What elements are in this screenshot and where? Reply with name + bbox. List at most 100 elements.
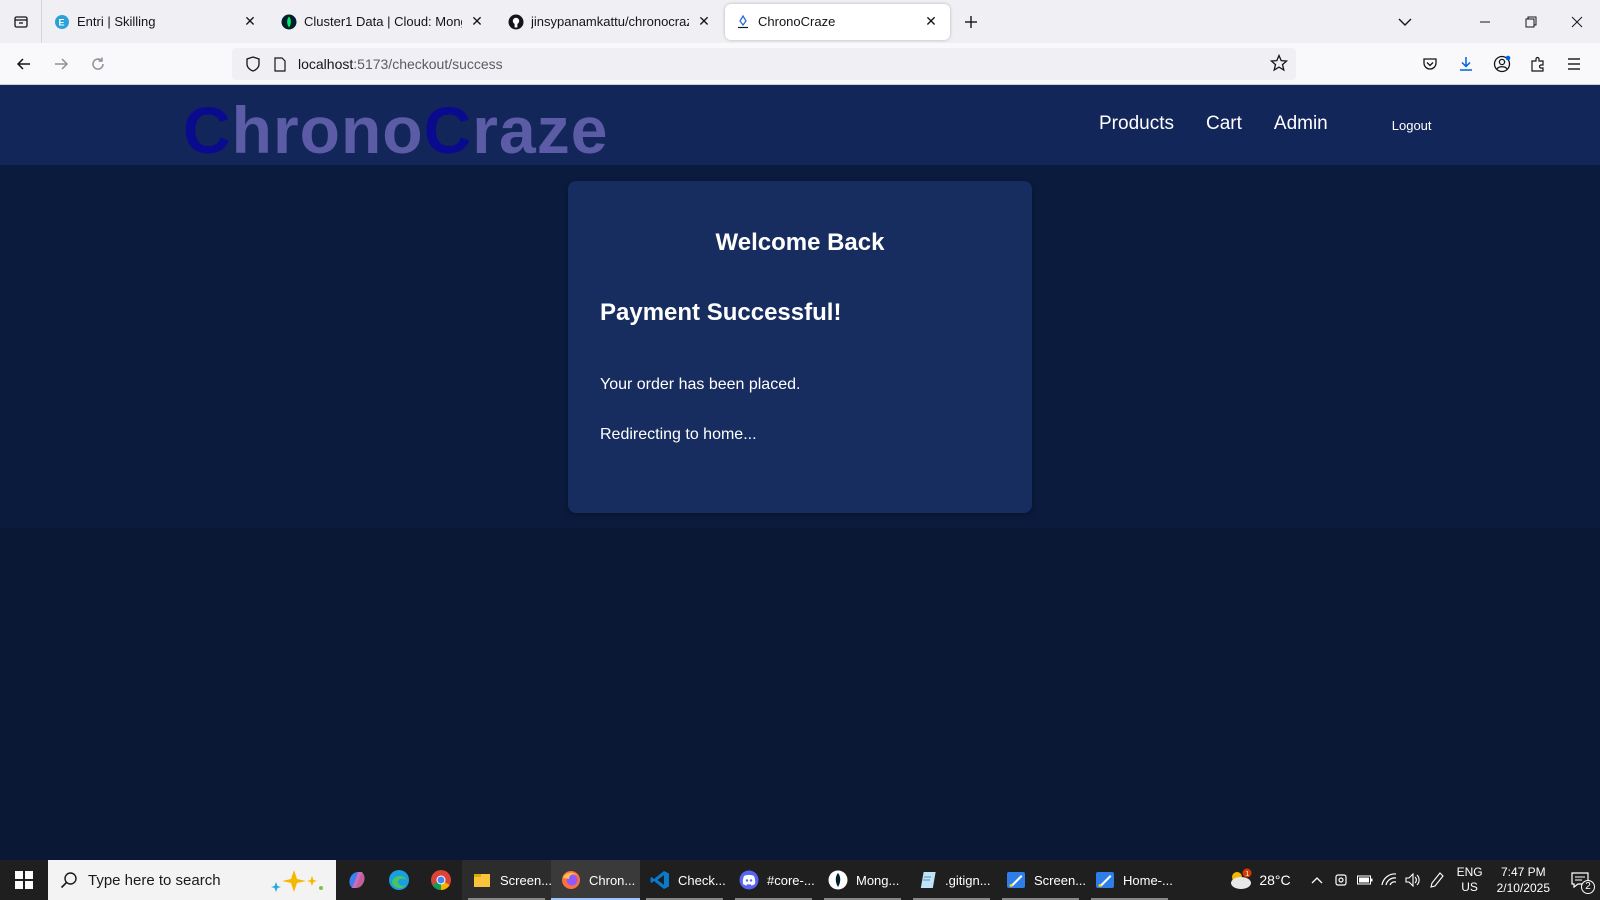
- site-header: ChronoCraze Products Cart Admin Logout: [0, 85, 1600, 165]
- nav-link-products[interactable]: Products: [1099, 113, 1174, 135]
- close-icon[interactable]: ✕: [922, 13, 940, 31]
- battery-icon: [1356, 875, 1373, 885]
- site-logo[interactable]: ChronoCraze: [183, 95, 608, 165]
- nav-link-admin[interactable]: Admin: [1274, 113, 1328, 135]
- tab-title: Entri | Skilling: [77, 14, 156, 29]
- close-icon[interactable]: ✕: [695, 13, 713, 31]
- battery-button[interactable]: [1353, 860, 1377, 900]
- minimize-button[interactable]: [1462, 0, 1508, 43]
- list-all-tabs-button[interactable]: [1390, 7, 1420, 37]
- taskbar-window[interactable]: #core-...: [729, 860, 818, 900]
- taskbar-window-label: Screen...: [500, 872, 553, 888]
- logo-letter: C: [183, 93, 232, 167]
- svg-text:1: 1: [1246, 871, 1250, 878]
- bookmark-star-icon[interactable]: [1269, 53, 1289, 77]
- forward-button[interactable]: [43, 48, 79, 80]
- chrome-app[interactable]: [420, 860, 462, 900]
- address-bar[interactable]: localhost:5173/checkout/success: [232, 48, 1296, 80]
- copilot-app[interactable]: [336, 860, 378, 900]
- redirect-message: Redirecting to home...: [600, 426, 757, 443]
- tab-entri[interactable]: E Entri | Skilling ✕: [44, 4, 269, 40]
- file-explorer-icon: [472, 870, 492, 890]
- show-hidden-icons-button[interactable]: [1305, 860, 1329, 900]
- tab-chronocraze[interactable]: ChronoCraze ✕: [725, 3, 950, 40]
- logout-button[interactable]: Logout: [1392, 118, 1432, 133]
- shield-icon[interactable]: [238, 56, 268, 72]
- weather-cloud-icon: 1: [1231, 868, 1252, 889]
- window-controls: [1462, 0, 1600, 43]
- new-tab-button[interactable]: [956, 7, 986, 37]
- tab-github[interactable]: jinsypanamkattu/chronocraze ✕: [498, 4, 723, 40]
- url-text[interactable]: localhost:5173/checkout/success: [298, 56, 503, 72]
- taskbar-window[interactable]: Screen...: [462, 860, 553, 900]
- taskbar-window[interactable]: Check...: [640, 860, 729, 900]
- webcam-icon: [1334, 874, 1347, 886]
- speaker-icon: [1405, 873, 1420, 887]
- back-button[interactable]: [6, 48, 42, 80]
- restore-button[interactable]: [1508, 0, 1554, 43]
- order-placed-message: Your order has been placed.: [600, 376, 801, 393]
- folder-tabs-icon: [13, 15, 28, 28]
- taskbar-window[interactable]: Home-...: [1085, 860, 1174, 900]
- taskbar-search-box[interactable]: Type here to search: [48, 860, 336, 900]
- taskbar-window-label: Check...: [678, 872, 726, 888]
- clock-date: 2/10/2025: [1496, 881, 1550, 895]
- notification-count: 2: [1581, 880, 1595, 894]
- taskbar-window-label: #core-...: [767, 872, 815, 888]
- reload-button[interactable]: [80, 48, 116, 80]
- close-icon[interactable]: ✕: [241, 13, 259, 31]
- firefox-icon: [561, 870, 581, 890]
- close-icon: [1571, 16, 1583, 27]
- tab-mongodb[interactable]: Cluster1 Data | Cloud: MongoDB ✕: [271, 4, 496, 40]
- search-placeholder: Type here to search: [88, 871, 221, 889]
- chevron-up-icon: [1311, 877, 1323, 884]
- language-indicator[interactable]: ENG US: [1457, 865, 1483, 895]
- weather-widget[interactable]: 1 28°C: [1227, 868, 1291, 892]
- taskbar-window-label: Mong...: [856, 872, 900, 888]
- tab-title: jinsypanamkattu/chronocraze: [531, 14, 689, 29]
- downloads-button[interactable]: [1448, 48, 1484, 80]
- arrow-right-icon: [55, 57, 69, 70]
- edge-app[interactable]: [378, 860, 420, 900]
- url-path: :5173/checkout/success: [353, 56, 503, 72]
- taskbar-window[interactable]: Chron...: [551, 860, 640, 900]
- logo-text: raze: [472, 93, 609, 167]
- site-favicon: [735, 14, 751, 30]
- vscode-icon: [650, 870, 670, 890]
- puzzle-icon: [1531, 56, 1544, 72]
- start-button[interactable]: [0, 860, 48, 900]
- volume-button[interactable]: [1401, 860, 1425, 900]
- pocket-button[interactable]: [1412, 48, 1448, 80]
- toolbar-right: [1412, 48, 1592, 80]
- notifications-button[interactable]: 2: [1560, 860, 1600, 900]
- app-menu-button[interactable]: [1556, 48, 1592, 80]
- close-window-button[interactable]: [1554, 0, 1600, 43]
- browser-navigation-bar: localhost:5173/checkout/success: [0, 43, 1600, 85]
- pen-button[interactable]: [1425, 860, 1449, 900]
- taskbar-window-label: Home-...: [1123, 872, 1173, 888]
- site-nav: Products Cart Admin Logout: [1099, 113, 1464, 135]
- taskbar-window[interactable]: .gitign...: [907, 860, 996, 900]
- taskbar-window[interactable]: Screen...: [996, 860, 1086, 900]
- weather-temp: 28°C: [1259, 872, 1291, 888]
- extensions-button[interactable]: [1520, 48, 1556, 80]
- taskbar-window-label: .gitign...: [945, 872, 991, 888]
- windows-logo-icon: [15, 871, 33, 889]
- payment-success-heading: Payment Successful!: [600, 299, 842, 326]
- account-button[interactable]: [1484, 48, 1520, 80]
- network-button[interactable]: [1377, 860, 1401, 900]
- nav-link-cart[interactable]: Cart: [1206, 113, 1242, 135]
- hamburger-menu-icon: [1568, 58, 1580, 70]
- region-code: US: [1461, 880, 1478, 894]
- tab-list-button[interactable]: [0, 0, 42, 43]
- close-icon[interactable]: ✕: [468, 13, 486, 31]
- page-icon[interactable]: [268, 56, 292, 72]
- meet-now-button[interactable]: [1329, 860, 1353, 900]
- entri-icon: E: [54, 14, 70, 30]
- browser-tab-strip: E Entri | Skilling ✕ Cluster1 Data | Clo…: [0, 0, 1600, 43]
- taskbar-window[interactable]: Mong...: [818, 860, 907, 900]
- paint-icon: [1095, 870, 1115, 890]
- edge-icon: [389, 870, 409, 890]
- discord-icon: [739, 870, 759, 890]
- clock[interactable]: 7:47 PM 2/10/2025: [1497, 864, 1550, 896]
